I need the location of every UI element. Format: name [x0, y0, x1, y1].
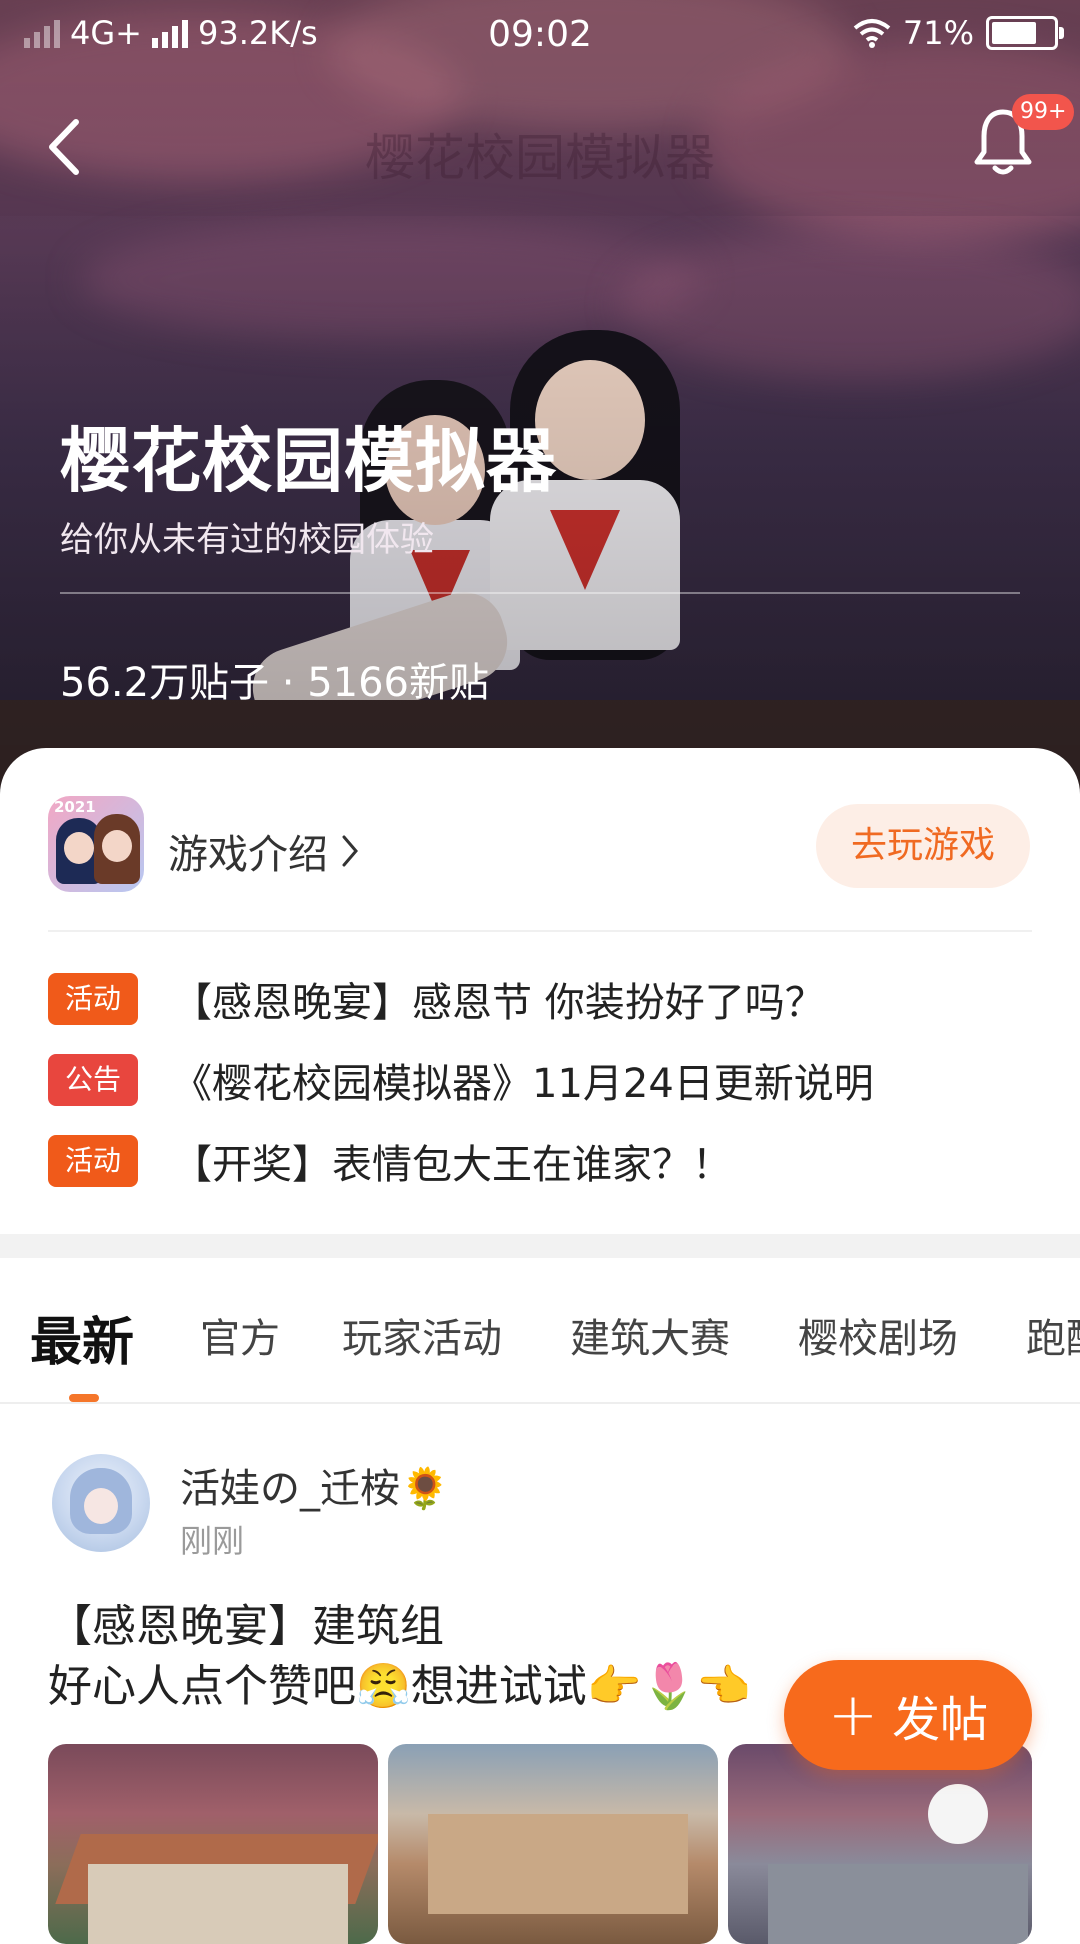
- tab-player-events[interactable]: 玩家活动: [342, 1306, 502, 1364]
- notice-item[interactable]: 活动 【开奖】表情包大王在谁家？！: [48, 1132, 732, 1190]
- new-post-label: 发帖: [892, 1692, 989, 1748]
- battery-icon: [986, 16, 1064, 50]
- tab-latest[interactable]: 最新: [30, 1300, 134, 1375]
- notice-item[interactable]: 活动 【感恩晚宴】感恩节 你装扮好了吗？: [48, 970, 825, 1028]
- wifi-icon: [853, 19, 891, 48]
- active-tab-indicator: [69, 1394, 99, 1402]
- game-info-card: 2021 游戏介绍 去玩游戏 活动 【感恩晚宴】感恩节 你装扮好了吗？ 公告 《…: [0, 748, 1080, 1234]
- play-game-button[interactable]: 去玩游戏: [816, 804, 1030, 888]
- tab-school-theater[interactable]: 樱校剧场: [798, 1306, 958, 1364]
- battery-percent: 71%: [902, 14, 974, 52]
- section-gap: [0, 1234, 1080, 1258]
- tab-building-contest[interactable]: 建筑大赛: [570, 1306, 730, 1364]
- tab-official[interactable]: 官方: [200, 1306, 280, 1364]
- forum-title: 樱花校园模拟器: [60, 420, 557, 502]
- hero-divider: [60, 592, 1020, 594]
- avatar[interactable]: [52, 1454, 150, 1552]
- tab-parkour[interactable]: 跑酷: [1026, 1306, 1080, 1364]
- chevron-right-icon: [342, 835, 358, 867]
- game-intro-label: 游戏介绍: [168, 832, 328, 878]
- forum-stats: 56.2万贴子 · 5166新贴: [60, 660, 490, 706]
- plus-icon: +: [827, 1680, 879, 1750]
- tabs-divider: [0, 1402, 1080, 1404]
- post-time: 刚刚: [180, 1522, 245, 1560]
- post-username[interactable]: 活娃の_迁桉🌻: [180, 1456, 450, 1514]
- notice-item[interactable]: 公告 《樱花校园模拟器》11月24日更新说明: [48, 1051, 874, 1109]
- post-image[interactable]: [388, 1744, 718, 1944]
- notice-tag: 公告: [48, 1054, 138, 1106]
- category-tabs: 最新 官方 玩家活动 建筑大赛 樱校剧场 跑酷: [0, 1258, 1080, 1402]
- game-intro-link[interactable]: 游戏介绍: [168, 822, 360, 880]
- notice-tag: 活动: [48, 1135, 138, 1187]
- game-app-icon[interactable]: 2021: [48, 796, 144, 892]
- notice-text: 《樱花校园模拟器》11月24日更新说明: [172, 1061, 874, 1107]
- post-image[interactable]: [728, 1744, 1032, 1944]
- hero-banner: 4G+ 93.2K/s 09:02 71% 樱花校园模拟器 99+ 樱花校园模拟…: [0, 0, 1080, 800]
- status-bar: 4G+ 93.2K/s 09:02 71%: [0, 0, 1080, 72]
- notification-badge: 99+: [1012, 94, 1075, 130]
- nav-title: 樱花校园模拟器: [365, 129, 715, 187]
- card-divider: [48, 930, 1032, 932]
- new-post-button[interactable]: + 发帖: [784, 1660, 1032, 1770]
- notice-text: 【感恩晚宴】感恩节 你装扮好了吗？: [172, 980, 825, 1026]
- post-image[interactable]: [48, 1744, 378, 1944]
- forum-subtitle: 给你从未有过的校园体验: [60, 520, 434, 560]
- post-title[interactable]: 【感恩晚宴】建筑组: [48, 1590, 444, 1654]
- notice-text: 【开奖】表情包大王在谁家？！: [172, 1142, 732, 1188]
- game-icon-year: 2021: [54, 798, 96, 816]
- notice-tag: 活动: [48, 973, 138, 1025]
- post-body[interactable]: 好心人点个赞吧😤想进试试👉🌷👈: [48, 1650, 751, 1714]
